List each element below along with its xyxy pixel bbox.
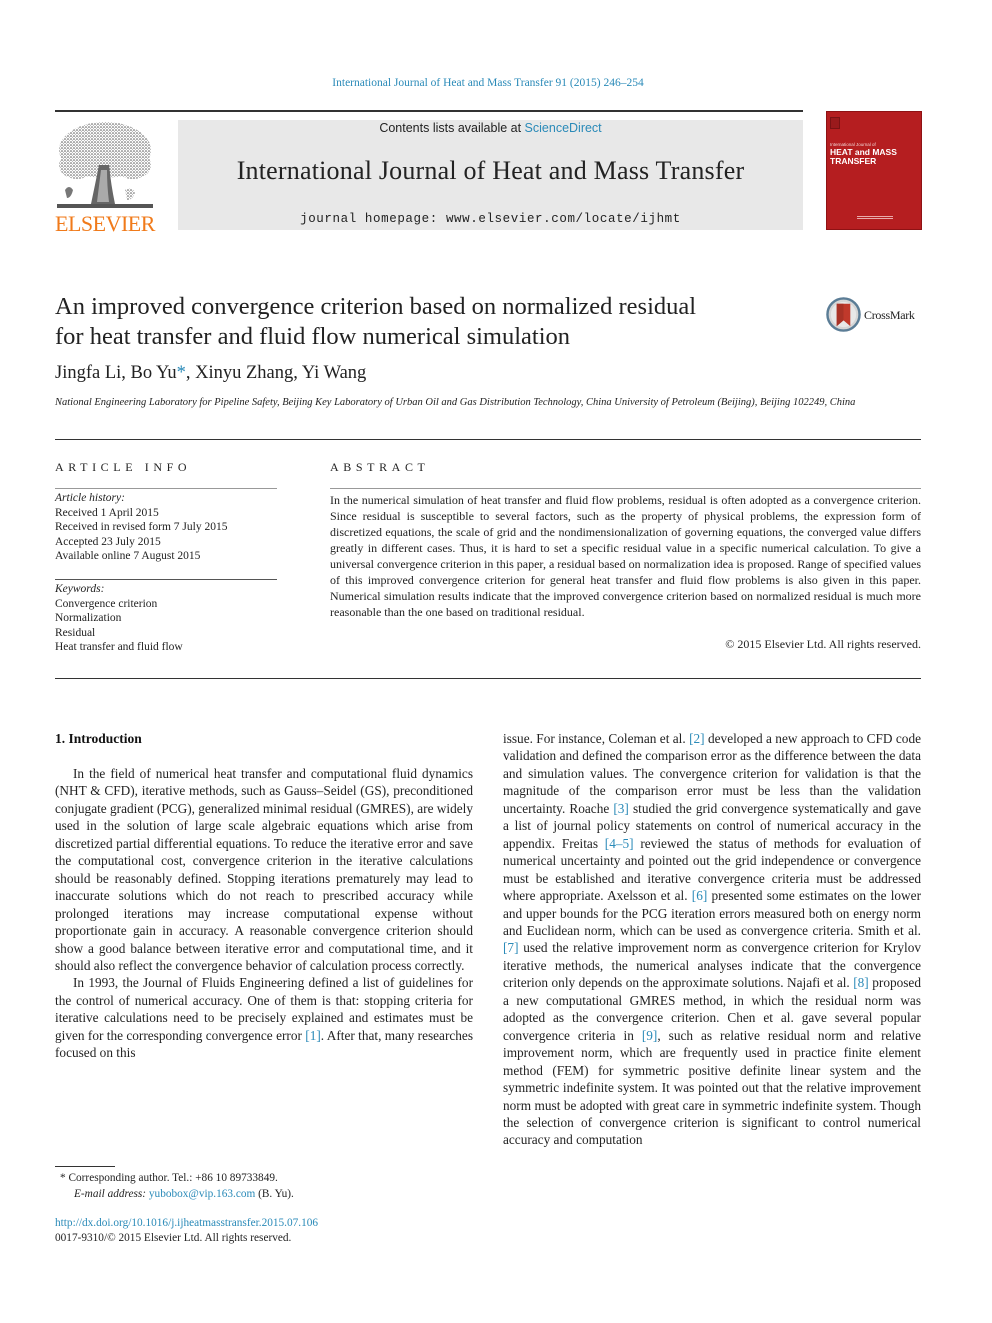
footnote-rule [55,1166,115,1167]
journal-banner: Contents lists available at ScienceDirec… [178,120,803,230]
history-item: Accepted 23 July 2015 [55,535,161,548]
header-rule [55,110,803,112]
affiliation: National Engineering Laboratory for Pipe… [55,397,856,408]
email-suffix: (B. Yu). [255,1188,294,1200]
doi-link[interactable]: http://dx.doi.org/10.1016/j.ijheatmasstr… [55,1216,318,1231]
citation-link[interactable]: [7] [503,940,519,955]
elsevier-logo[interactable]: ELSEVIER [55,120,155,236]
paragraph-text: issue. For instance, Coleman et al. [503,731,690,746]
citation-link[interactable]: [2] [689,731,705,746]
author-name[interactable]: Jingfa Li [55,363,121,383]
article-title: An improved convergence criterion based … [55,292,815,352]
issn-copyright: 0017-9310/© 2015 Elsevier Ltd. All right… [55,1232,292,1244]
contents-line: Contents lists available at ScienceDirec… [178,121,803,135]
divider [330,488,921,489]
sciencedirect-link[interactable]: ScienceDirect [525,121,602,135]
divider [55,579,277,580]
body-column-right: issue. For instance, Coleman et al. [2] … [503,730,921,1149]
cover-footer-mark [857,216,893,219]
homepage-link[interactable]: www.elsevier.com/locate/ijhmt [446,212,681,226]
divider [55,439,921,440]
citation-link[interactable]: [3] [613,801,629,816]
cover-emblem-icon [830,117,840,129]
paragraph-text: In the field of numerical heat transfer … [55,766,473,973]
citation-link[interactable]: [8] [853,975,869,990]
keyword-item: Convergence criterion [55,597,158,610]
elsevier-wordmark: ELSEVIER [55,211,155,236]
email-link[interactable]: yubobox@vip.163.com [149,1188,255,1200]
history-item: Available online 7 August 2015 [55,550,201,563]
doi-block: http://dx.doi.org/10.1016/j.ijheatmasstr… [55,1216,318,1246]
abstract-text: In the numerical simulation of heat tran… [330,493,921,619]
elsevier-tree-icon [57,122,153,208]
cover-title-line: TRANSFER [830,155,877,166]
abstract-copyright: © 2015 Elsevier Ltd. All rights reserved… [725,637,921,651]
body-paragraph: In the field of numerical heat transfer … [55,765,473,974]
divider [55,678,921,679]
footnote-email: E-mail address: yubobox@vip.163.com (B. … [60,1186,294,1202]
history-item: Received in revised form 7 July 2015 [55,521,228,534]
citation-link[interactable]: [4–5] [605,836,634,851]
cover-title: HEAT and MASS TRANSFER [830,148,897,165]
footnote-corresponding-text: Corresponding author. Tel.: +86 10 89733… [68,1172,278,1184]
running-head-citation[interactable]: International Journal of Heat and Mass T… [0,77,976,89]
homepage-prefix: journal homepage: [300,212,446,226]
author-list: Jingfa Li, Bo Yu*, Xinyu Zhang, Yi Wang [55,363,366,384]
author-separator: , [121,363,131,383]
history-label: Article history: [55,492,125,504]
journal-title: International Journal of Heat and Mass T… [236,156,745,185]
article-info-heading: ARTICLE INFO [55,460,192,474]
author-separator: , [293,363,302,383]
corresponding-author-mark[interactable]: * [177,363,186,383]
contents-prefix: Contents lists available at [379,121,525,135]
article-history: Article history: Received 1 April 2015 R… [55,491,285,564]
homepage-line: journal homepage: www.elsevier.com/locat… [178,212,803,226]
crossmark-badge[interactable]: CrossMark [826,297,926,333]
article-title-line: for heat transfer and fluid flow numeric… [55,323,571,350]
body-paragraph: issue. For instance, Coleman et al. [2] … [503,730,921,1149]
crossmark-icon [826,297,861,332]
author-name[interactable]: Xinyu Zhang [195,363,293,383]
article-title-line: An improved convergence criterion based … [55,293,697,320]
citation-link[interactable]: [9] [642,1028,658,1043]
email-label: E-mail address: [74,1188,147,1200]
journal-cover-thumbnail[interactable]: International Journal of HEAT and MASS T… [826,111,922,230]
abstract-heading: ABSTRACT [330,460,430,474]
body-column-left: In the field of numerical heat transfer … [55,765,473,1062]
keyword-item: Normalization [55,612,122,625]
keywords-label: Keywords: [55,583,105,595]
footnote-mark: * [60,1172,66,1184]
author-name[interactable]: Bo Yu [131,363,177,383]
history-item: Received 1 April 2015 [55,506,159,519]
footnote: * Corresponding author. Tel.: +86 10 897… [60,1170,294,1202]
keywords: Keywords: Convergence criterion Normaliz… [55,582,285,655]
author-name[interactable]: Yi Wang [302,363,366,383]
footnote-corresponding: * Corresponding author. Tel.: +86 10 897… [60,1170,294,1186]
keyword-item: Heat transfer and fluid flow [55,641,183,654]
citation-link[interactable]: [6] [692,888,708,903]
keyword-item: Residual [55,626,96,639]
crossmark-label: CrossMark [864,308,915,322]
author-separator: , [185,363,196,383]
divider [55,488,277,489]
section-heading: 1. Introduction [55,731,142,746]
citation-link[interactable]: [1] [305,1028,321,1043]
body-paragraph: In 1993, the Journal of Fluids Engineeri… [55,974,473,1061]
paragraph-text: , such as relative residual norm and rel… [503,1027,921,1148]
